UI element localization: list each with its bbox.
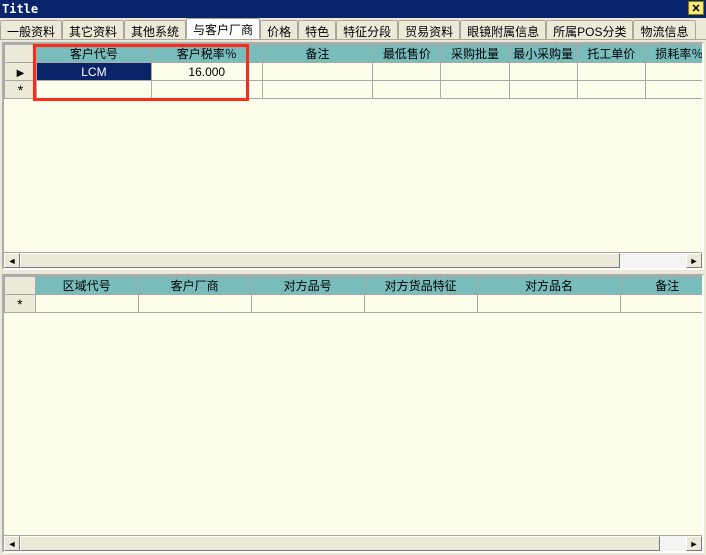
cell[interactable]: [577, 81, 645, 99]
top-hscroll[interactable]: ◄ ►: [4, 252, 702, 268]
column-header[interactable]: 区域代号: [35, 277, 138, 295]
row-header[interactable]: [5, 295, 36, 313]
cell[interactable]: [621, 295, 702, 313]
cell[interactable]: [373, 63, 441, 81]
cell[interactable]: [441, 63, 509, 81]
cell[interactable]: LCM: [36, 63, 151, 81]
row-current-icon: [17, 65, 25, 79]
cell[interactable]: [577, 63, 645, 81]
cell[interactable]: [441, 81, 509, 99]
cell[interactable]: [645, 63, 702, 81]
cell[interactable]: [645, 81, 702, 99]
tab-2[interactable]: 其他系统: [124, 20, 186, 40]
close-icon: ✕: [691, 2, 700, 15]
table-row[interactable]: [5, 295, 703, 313]
column-header[interactable]: 客户代号: [36, 45, 151, 63]
top-grid: 客户代号客户税率％备注最低售价采购批量最小采购量托工单价损耗率％LCM16.00…: [2, 42, 704, 270]
row-new-icon: [17, 298, 22, 312]
column-header[interactable]: 对方品名: [477, 277, 621, 295]
tab-7[interactable]: 贸易资料: [398, 20, 460, 40]
scroll-thumb[interactable]: [20, 253, 620, 268]
bottom-table[interactable]: 区域代号客户厂商对方品号对方货品特征对方品名备注: [4, 276, 702, 313]
table-row[interactable]: LCM16.000: [5, 63, 703, 81]
row-header[interactable]: [5, 63, 37, 81]
cell[interactable]: [477, 295, 621, 313]
grid-corner: [5, 277, 36, 295]
scroll-track[interactable]: [20, 536, 686, 551]
scroll-thumb[interactable]: [20, 536, 660, 551]
cell[interactable]: [138, 295, 251, 313]
cell[interactable]: [364, 295, 477, 313]
tab-1[interactable]: 其它资料: [62, 20, 124, 40]
scroll-left-button[interactable]: ◄: [4, 253, 20, 268]
top-table[interactable]: 客户代号客户税率％备注最低售价采购批量最小采购量托工单价损耗率％LCM16.00…: [4, 44, 702, 99]
cell[interactable]: [36, 81, 151, 99]
scroll-track[interactable]: [20, 253, 686, 268]
title-bar: Title ✕: [0, 0, 706, 18]
tab-3[interactable]: 与客户厂商: [186, 18, 260, 39]
row-new-icon: [18, 84, 23, 98]
cell[interactable]: [373, 81, 441, 99]
cell[interactable]: [509, 63, 577, 81]
tab-4[interactable]: 价格: [260, 20, 298, 40]
column-header[interactable]: 最低售价: [373, 45, 441, 63]
column-header[interactable]: 客户税率％: [151, 45, 262, 63]
cell[interactable]: [262, 81, 373, 99]
tab-10[interactable]: 物流信息: [633, 20, 695, 40]
column-header[interactable]: 最小采购量: [509, 45, 577, 63]
cell[interactable]: [35, 295, 138, 313]
cell[interactable]: [509, 81, 577, 99]
column-header[interactable]: 备注: [262, 45, 373, 63]
tab-6[interactable]: 特征分段: [336, 20, 398, 40]
scroll-left-button[interactable]: ◄: [4, 536, 20, 551]
close-button[interactable]: ✕: [688, 1, 704, 15]
tab-0[interactable]: 一般资料: [0, 20, 62, 40]
row-header[interactable]: [5, 81, 37, 99]
tab-8[interactable]: 眼镜附属信息: [460, 20, 546, 40]
column-header[interactable]: 托工单价: [577, 45, 645, 63]
column-header[interactable]: 客户厂商: [138, 277, 251, 295]
window-title: Title: [2, 2, 38, 16]
tab-9[interactable]: 所属POS分类: [546, 20, 633, 40]
column-header[interactable]: 备注: [621, 277, 702, 295]
tab-5[interactable]: 特色: [298, 20, 336, 40]
grid-corner: [5, 45, 37, 63]
scroll-right-button[interactable]: ►: [686, 253, 702, 268]
scroll-right-button[interactable]: ►: [686, 536, 702, 551]
column-header[interactable]: 采购批量: [441, 45, 509, 63]
column-header[interactable]: 对方品号: [251, 277, 364, 295]
cell[interactable]: [151, 81, 262, 99]
cell[interactable]: [262, 63, 373, 81]
tab-strip: 一般资料其它资料其他系统与客户厂商价格特色特征分段贸易资料眼镜附属信息所属POS…: [0, 18, 706, 40]
bottom-hscroll[interactable]: ◄ ►: [4, 535, 702, 551]
table-row[interactable]: [5, 81, 703, 99]
cell[interactable]: 16.000: [151, 63, 262, 81]
bottom-grid: 区域代号客户厂商对方品号对方货品特征对方品名备注 ◄ ►: [2, 274, 704, 553]
column-header[interactable]: 对方货品特征: [364, 277, 477, 295]
work-area: 客户代号客户税率％备注最低售价采购批量最小采购量托工单价损耗率％LCM16.00…: [0, 40, 706, 555]
column-header[interactable]: 损耗率％: [645, 45, 702, 63]
cell[interactable]: [251, 295, 364, 313]
